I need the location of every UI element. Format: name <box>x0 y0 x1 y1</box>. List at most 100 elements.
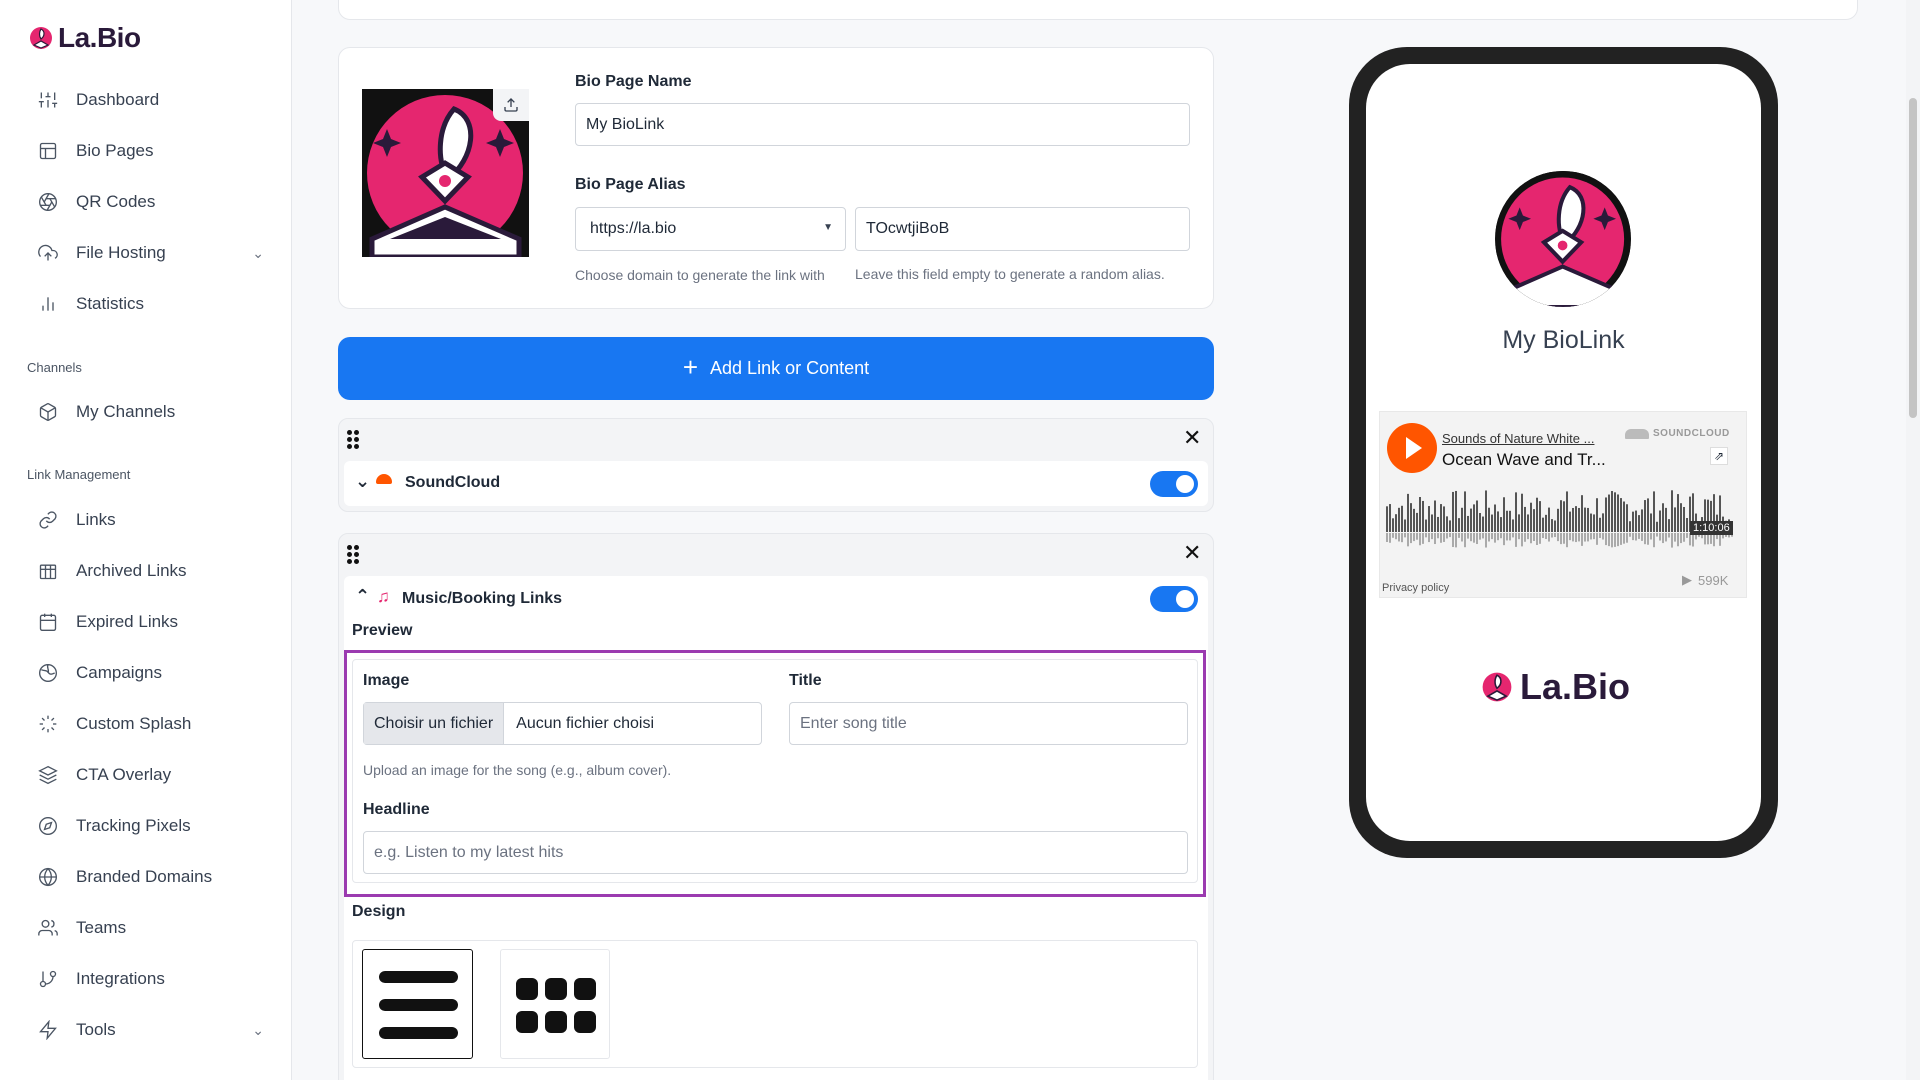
avatar-illustration-icon <box>1495 171 1631 307</box>
sc-track-title: Ocean Wave and Tr... <box>1442 450 1606 469</box>
zap-icon <box>39 1020 57 1040</box>
sidebar-item-label: Custom Splash <box>76 714 192 733</box>
soundcloud-block-header[interactable]: ⌄ SoundCloud <box>344 461 1208 506</box>
add-link-button[interactable]: + Add Link or Content <box>338 337 1214 400</box>
music-block-title: Music/Booking Links <box>402 590 563 607</box>
grid-layout-icon <box>516 978 596 1033</box>
music-note-icon: ♫ <box>377 587 390 606</box>
sc-duration: 1:10:06 <box>1690 521 1733 535</box>
sidebar-item-links[interactable]: Links <box>28 500 264 540</box>
sc-brand: SOUNDCLOUD <box>1625 428 1730 439</box>
sidebar-item-teams[interactable]: Teams <box>28 908 264 948</box>
music-block-header[interactable]: ⌃ ♫ Music/Booking Links <box>344 576 1208 621</box>
plus-icon: + <box>682 351 699 382</box>
sidebar-item-tracking-pixels[interactable]: Tracking Pixels <box>28 806 264 846</box>
bio-alias-input[interactable]: TOcwtjiBoB <box>855 207 1190 251</box>
footer-brand-name: La.Bio <box>1520 666 1631 707</box>
bio-name-input[interactable]: My BioLink <box>575 103 1190 146</box>
drag-handle-icon[interactable] <box>347 545 361 565</box>
upload-cloud-icon <box>38 244 58 261</box>
brand-logo[interactable]: La.Bio <box>28 22 141 54</box>
scrollbar-thumb[interactable] <box>1909 98 1917 418</box>
sidebar-item-archived-links[interactable]: Archived Links <box>28 551 264 591</box>
soundcloud-block-title: SoundCloud <box>405 474 501 491</box>
sidebar-item-dashboard[interactable]: Dashboard <box>28 80 264 120</box>
labio-logo-icon <box>30 27 52 49</box>
sidebar-item-expired-links[interactable]: Expired Links <box>28 602 264 642</box>
sidebar-item-custom-splash[interactable]: Custom Splash <box>28 704 264 744</box>
section-heading-link-management: Link Management <box>27 467 131 482</box>
phone-footer-logo: La.Bio <box>1480 666 1630 708</box>
sidebar-item-label: Archived Links <box>76 561 187 580</box>
caret-down-icon: ▼ <box>823 222 833 233</box>
sidebar-item-qr-codes[interactable]: QR Codes <box>28 182 264 222</box>
soundcloud-toggle[interactable] <box>1150 471 1198 497</box>
sidebar-item-tools[interactable]: Tools ⌄ <box>28 1010 264 1050</box>
sidebar-item-integrations[interactable]: Integrations <box>28 959 264 999</box>
sidebar-item-label: Expired Links <box>76 612 179 631</box>
brand-name: La.Bio <box>58 22 141 53</box>
close-icon[interactable]: ✕ <box>1183 425 1201 451</box>
play-icon <box>1406 437 1422 459</box>
sc-artist-link[interactable]: Sounds of Nature White ... <box>1442 431 1594 446</box>
share-icon[interactable]: ⇗ <box>1710 447 1728 465</box>
sidebar-item-cta-overlay[interactable]: CTA Overlay <box>28 755 264 795</box>
upload-image-button[interactable] <box>493 89 529 121</box>
sliders-icon <box>38 92 58 108</box>
add-link-label: Add Link or Content <box>710 358 870 378</box>
highlight-box <box>344 650 1206 897</box>
close-icon[interactable]: ✕ <box>1183 540 1201 566</box>
sidebar-item-my-channels[interactable]: My Channels <box>28 392 264 432</box>
play-count-icon: ▶ <box>1682 572 1692 587</box>
sc-plays: ▶ 599K <box>1682 572 1728 588</box>
aperture-icon <box>39 193 57 211</box>
scrollbar-track[interactable] <box>1906 0 1920 1080</box>
box-icon <box>39 403 57 421</box>
sidebar-item-campaigns[interactable]: Campaigns <box>28 653 264 693</box>
sidebar-item-label: Integrations <box>76 969 165 988</box>
globe-icon <box>39 664 57 682</box>
chevron-up-icon: ⌃ <box>355 586 371 606</box>
git-branch-icon <box>39 970 57 988</box>
sidebar-item-label: Dashboard <box>76 90 160 109</box>
sc-play-count: 599K <box>1698 572 1729 588</box>
bio-name-label: Bio Page Name <box>575 73 692 90</box>
avatar[interactable] <box>362 89 529 257</box>
list-layout-icon <box>379 971 458 1039</box>
sidebar-item-label: Teams <box>76 918 127 937</box>
sidebar-item-label: File Hosting <box>76 243 166 262</box>
bio-alias-label: Bio Page Alias <box>575 176 686 193</box>
play-button[interactable] <box>1387 423 1437 473</box>
alias-help-text: Leave this field empty to generate a ran… <box>855 266 1165 282</box>
sidebar-item-label: Statistics <box>76 294 145 313</box>
sidebar-item-statistics[interactable]: Statistics <box>28 284 264 324</box>
sidebar: La.Bio Dashboard Bio Pages QR Codes File… <box>0 0 292 1080</box>
sidebar-item-label: CTA Overlay <box>76 765 172 784</box>
sidebar-item-file-hosting[interactable]: File Hosting ⌄ <box>28 233 264 273</box>
upload-icon <box>504 98 518 112</box>
sc-privacy-link[interactable]: Privacy policy <box>1382 582 1449 594</box>
sidebar-item-branded-domains[interactable]: Branded Domains <box>28 857 264 897</box>
archive-icon <box>39 564 57 580</box>
calendar-icon <box>39 613 57 631</box>
design-options <box>352 940 1198 1068</box>
waveform-icon[interactable] <box>1386 488 1736 553</box>
loader-icon <box>39 715 57 733</box>
link-icon <box>39 511 57 529</box>
domain-select[interactable]: https://la.bio ▼ <box>575 207 846 251</box>
phone-profile-name: My BioLink <box>1502 326 1625 354</box>
drag-handle-icon[interactable] <box>347 430 361 450</box>
sidebar-item-label: Branded Domains <box>76 867 213 886</box>
globe-icon <box>39 867 57 887</box>
phone-avatar <box>1495 171 1631 307</box>
sidebar-item-label: QR Codes <box>76 192 156 211</box>
labio-logo-icon <box>1482 672 1512 702</box>
domain-select-value: https://la.bio <box>590 220 677 237</box>
compass-icon <box>39 817 57 835</box>
bar-chart-icon <box>42 297 54 311</box>
sidebar-item-label: My Channels <box>76 402 176 421</box>
music-toggle[interactable] <box>1150 586 1198 612</box>
sidebar-item-bio-pages[interactable]: Bio Pages <box>28 131 264 171</box>
design-grid-option[interactable] <box>500 949 610 1059</box>
design-list-option[interactable] <box>362 949 473 1059</box>
